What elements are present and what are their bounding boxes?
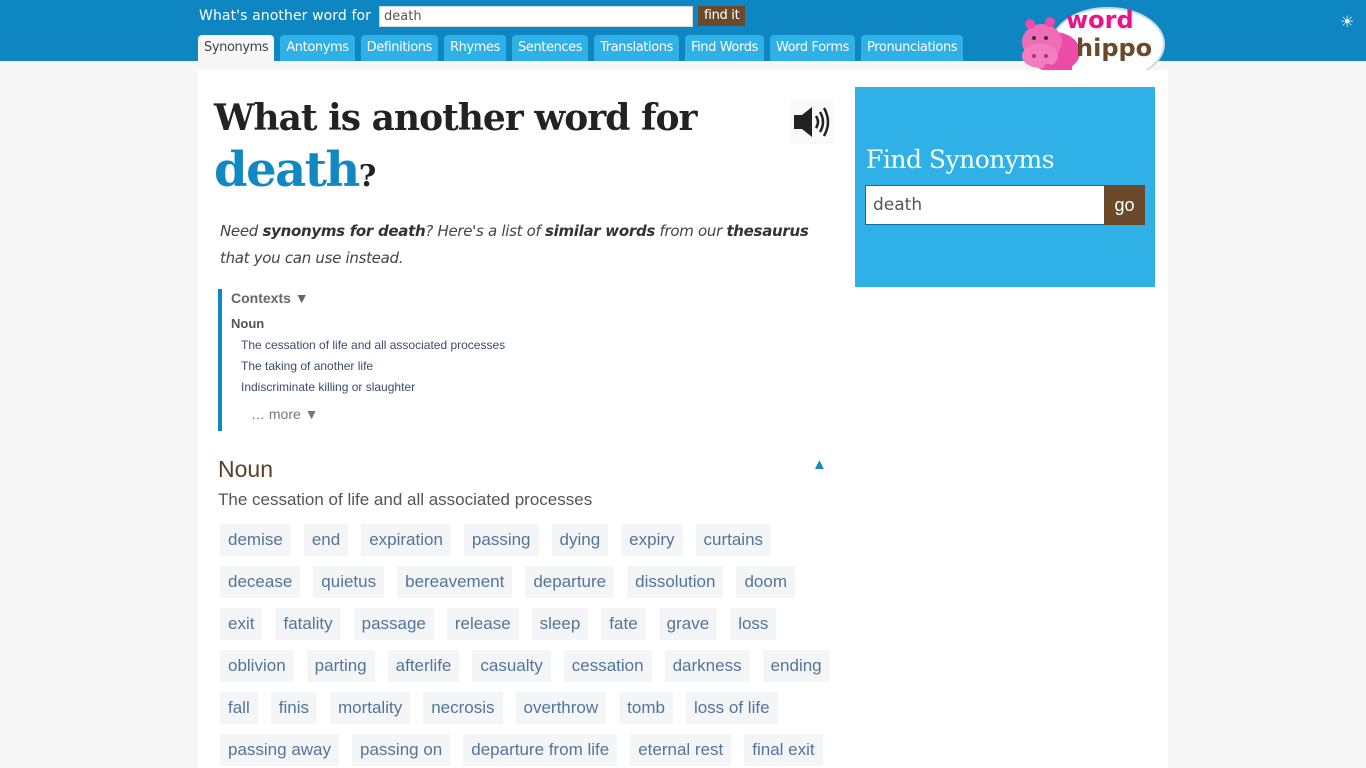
contexts-toggle[interactable]: Contexts ▼	[231, 290, 618, 306]
synonym-word[interactable]: eternal rest	[630, 734, 732, 766]
top-search: What's another word for find it	[199, 5, 746, 27]
tab-sentences[interactable]: Sentences	[512, 35, 589, 61]
synonym-word[interactable]: decease	[220, 566, 301, 598]
synonym-word[interactable]: quietus	[313, 566, 385, 598]
intro-bold: similar words	[544, 222, 656, 240]
tab-rhymes[interactable]: Rhymes	[444, 35, 506, 61]
find-synonyms-title: Find Synonyms	[866, 145, 1055, 174]
synonym-word[interactable]: dissolution	[627, 566, 724, 598]
synonym-word[interactable]: passing	[463, 524, 539, 556]
logo-text-word: word	[1066, 6, 1134, 34]
collapse-arrow-icon[interactable]: ▲	[812, 456, 827, 473]
synonym-word[interactable]: curtains	[695, 524, 772, 556]
synonym-word[interactable]: overthrow	[515, 692, 607, 724]
synonym-word[interactable]: oblivion	[220, 650, 294, 682]
synonym-word[interactable]: bereavement	[397, 566, 513, 598]
context-pos: Noun	[231, 316, 265, 331]
synonym-word[interactable]: release	[446, 608, 519, 640]
tab-word-forms[interactable]: Word Forms	[769, 35, 856, 61]
synonym-word[interactable]: tomb	[619, 692, 673, 724]
target-word-text: death	[214, 142, 360, 198]
sun-icon[interactable]: ☀	[1340, 12, 1354, 32]
synonym-word[interactable]: departure from life	[463, 734, 618, 766]
synonym-word[interactable]: sleep	[531, 608, 589, 640]
intro-part: ? Here's a list of	[425, 222, 545, 240]
contexts-panel: Contexts ▼ Noun The cessation of life an…	[218, 289, 618, 431]
synonym-word[interactable]: loss	[730, 608, 777, 640]
synonym-word[interactable]: expiration	[361, 524, 451, 556]
find-it-button[interactable]: find it	[698, 6, 746, 26]
synonym-word[interactable]: fall	[220, 692, 258, 724]
synonym-word[interactable]: exit	[220, 608, 263, 640]
find-synonyms-box: Find Synonyms go	[855, 87, 1155, 287]
intro-text: Need synonyms for death? Here's a list o…	[220, 218, 840, 272]
nav-tabs: Synonyms Antonyms Definitions Rhymes Sen…	[198, 35, 964, 61]
tab-pronunciations[interactable]: Pronunciations	[861, 35, 964, 61]
synonym-word[interactable]: loss of life	[685, 692, 778, 724]
synonym-word[interactable]: passing away	[220, 734, 340, 766]
synonym-word[interactable]: passage	[353, 608, 434, 640]
intro-bold: synonyms for death	[262, 222, 426, 240]
synonym-word[interactable]: fatality	[275, 608, 341, 640]
synonym-word[interactable]: dying	[551, 524, 609, 556]
context-link[interactable]: The taking of another life	[241, 359, 618, 373]
speaker-icon[interactable]	[790, 100, 834, 144]
context-link[interactable]: The cessation of life and all associated…	[241, 338, 618, 352]
target-word: death?	[214, 142, 377, 205]
synonym-word[interactable]: passing on	[352, 734, 451, 766]
synonym-word[interactable]: expiry	[621, 524, 683, 556]
synonym-word[interactable]: afterlife	[387, 650, 460, 682]
synonym-word[interactable]: necrosis	[423, 692, 503, 724]
tab-translations[interactable]: Translations	[594, 35, 679, 61]
intro-part: from our	[655, 222, 727, 240]
synonym-word[interactable]: darkness	[664, 650, 750, 682]
section-pos-heading: Noun	[218, 456, 273, 482]
find-synonyms-input[interactable]	[865, 185, 1105, 225]
synonym-word[interactable]: mortality	[329, 692, 411, 724]
synonym-word[interactable]: finis	[270, 692, 317, 724]
top-bar: What's another word for find it Synonyms…	[0, 0, 1366, 81]
tab-antonyms[interactable]: Antonyms	[280, 35, 355, 61]
intro-part: that you can use instead.	[220, 249, 404, 267]
synonym-word[interactable]: ending	[762, 650, 830, 682]
synonym-word[interactable]: cessation	[563, 650, 652, 682]
tab-definitions[interactable]: Definitions	[360, 35, 438, 61]
synonym-list: demise end expiration passing dying expiry cur…	[220, 524, 840, 766]
search-label: What's another word for	[199, 8, 371, 24]
intro-bold: thesaurus	[726, 222, 809, 240]
synonym-word[interactable]: final exit	[744, 734, 823, 766]
synonym-word[interactable]: parting	[306, 650, 375, 682]
synonym-word[interactable]: departure	[525, 566, 615, 598]
tab-find-words[interactable]: Find Words	[684, 35, 764, 61]
logo-text-hippo: hippo	[1076, 34, 1152, 62]
page-title: What is another word for	[214, 97, 697, 139]
synonym-word[interactable]: demise	[220, 524, 291, 556]
intro-part: Need	[220, 222, 263, 240]
synonym-word[interactable]: grave	[658, 608, 718, 640]
section-definition: The cessation of life and all associated…	[218, 490, 593, 509]
go-button[interactable]: go	[1104, 185, 1145, 225]
synonym-word[interactable]: fate	[601, 608, 646, 640]
context-link[interactable]: Indiscriminate killing or slaughter	[241, 380, 618, 394]
tab-synonyms[interactable]: Synonyms	[198, 35, 275, 61]
top-search-input[interactable]	[379, 5, 693, 27]
question-mark: ?	[358, 159, 377, 194]
main-content: What is another word for death? Need syn…	[198, 70, 1168, 768]
synonym-word[interactable]: doom	[736, 566, 795, 598]
more-contexts-toggle[interactable]: … more ▼	[251, 406, 618, 422]
synonym-word[interactable]: end	[303, 524, 349, 556]
synonym-word[interactable]: casualty	[472, 650, 551, 682]
